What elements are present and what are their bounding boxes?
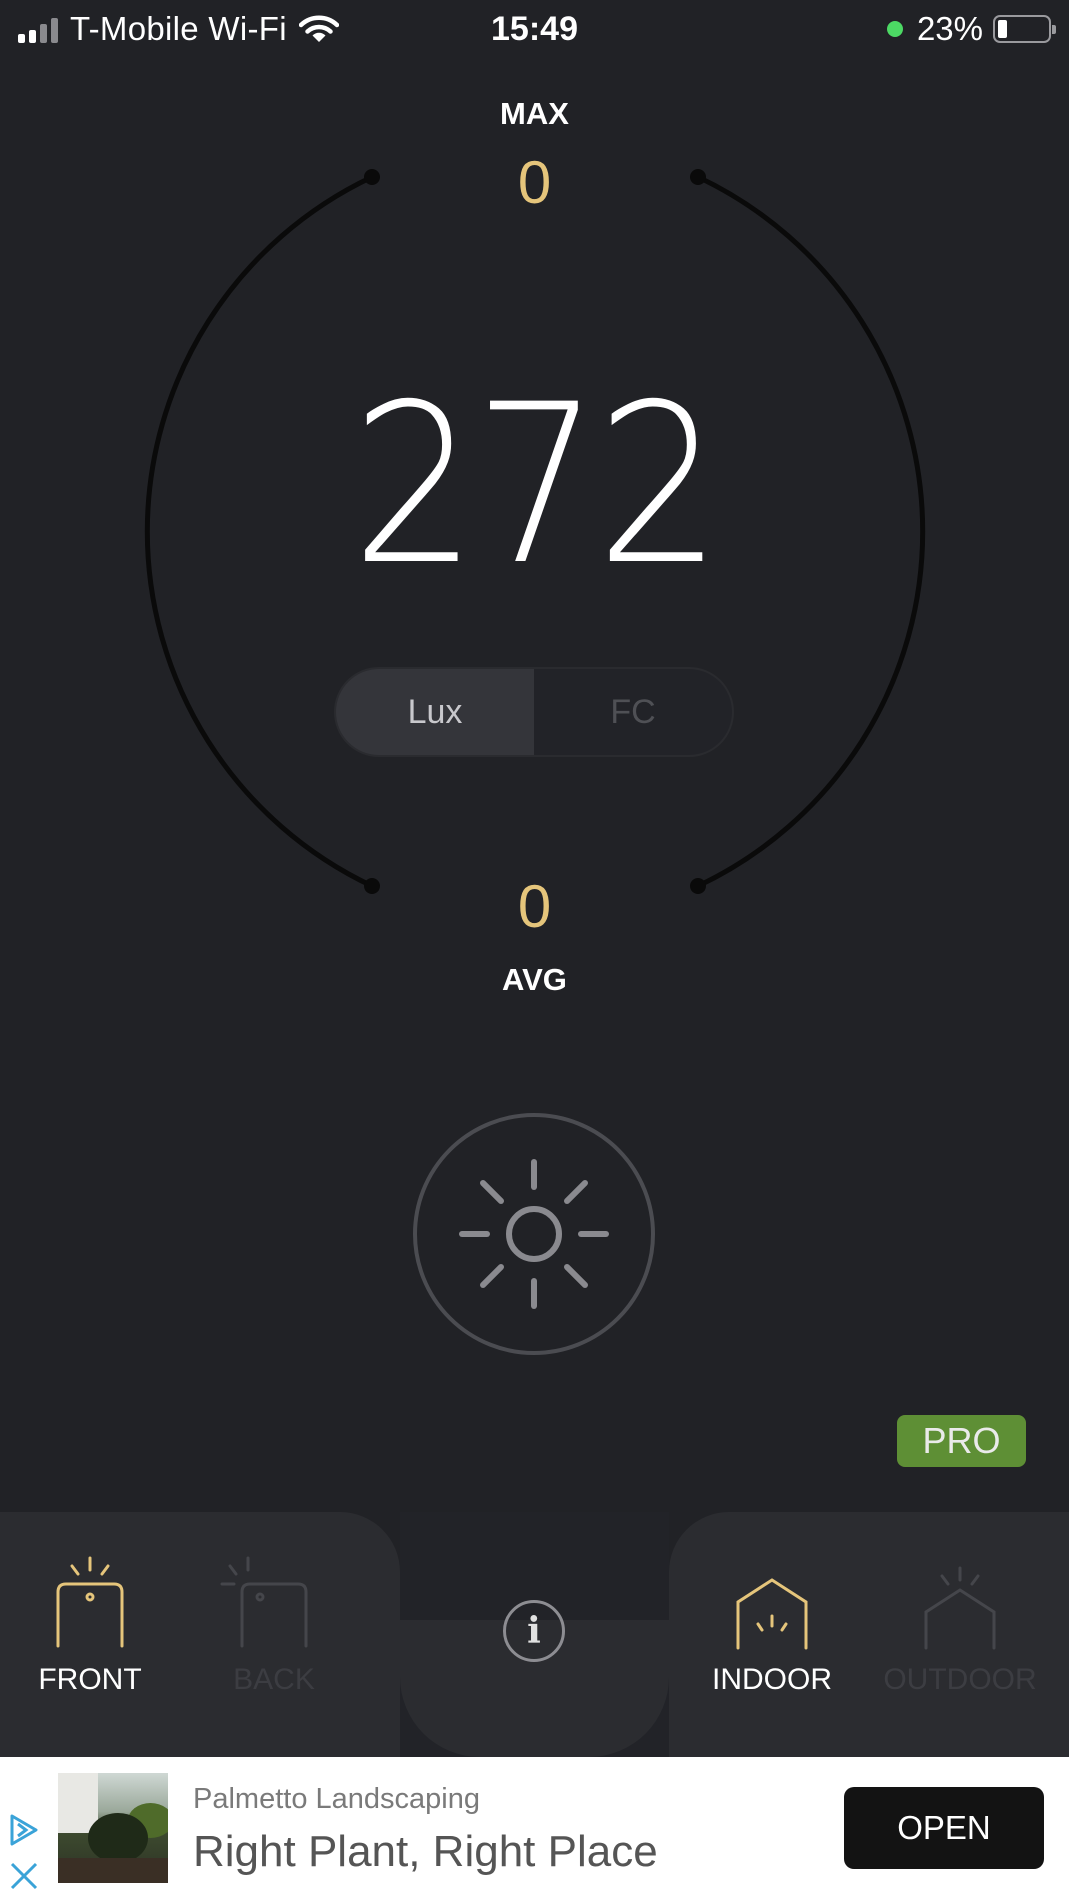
ad-open-button[interactable]: OPEN xyxy=(844,1787,1044,1869)
unit-fc-button[interactable]: FC xyxy=(534,669,732,755)
indoor-icon xyxy=(736,1578,808,1650)
lux-reading-value: 272 xyxy=(350,357,722,613)
max-label: MAX xyxy=(500,96,569,131)
lux-reading: 272 xyxy=(0,370,1069,600)
info-icon: i xyxy=(527,1610,541,1652)
front-camera-label: FRONT xyxy=(38,1663,142,1696)
ad-image[interactable] xyxy=(58,1773,168,1883)
avg-value: 0 xyxy=(517,873,552,940)
outdoor-label: OUTDOOR xyxy=(883,1663,1037,1696)
adchoices-icon[interactable] xyxy=(6,1812,42,1892)
pro-badge[interactable]: PRO xyxy=(897,1415,1026,1467)
indoor-button[interactable]: INDOOR xyxy=(700,1566,844,1697)
measure-button[interactable] xyxy=(413,1113,655,1355)
indoor-label: INDOOR xyxy=(712,1663,832,1696)
back-camera-button[interactable]: BACK xyxy=(204,1550,344,1697)
avg-label: AVG xyxy=(502,962,567,997)
sun-icon xyxy=(459,1159,609,1309)
ad-advertiser[interactable]: Palmetto Landscaping xyxy=(193,1783,480,1816)
max-value: 0 xyxy=(517,149,552,216)
ad-banner[interactable]: Palmetto Landscaping Right Plant, Right … xyxy=(0,1757,1069,1900)
outdoor-icon xyxy=(924,1566,996,1650)
back-camera-icon xyxy=(220,1556,308,1648)
outdoor-button[interactable]: OUTDOOR xyxy=(870,1566,1050,1697)
unit-toggle[interactable]: Lux FC xyxy=(334,667,734,757)
front-camera-button[interactable]: FRONT xyxy=(20,1550,160,1697)
front-camera-icon xyxy=(56,1556,124,1648)
back-camera-label: BACK xyxy=(233,1663,315,1696)
unit-lux-button[interactable]: Lux xyxy=(336,669,534,755)
info-button[interactable]: i xyxy=(503,1600,565,1662)
ad-headline[interactable]: Right Plant, Right Place xyxy=(193,1827,658,1877)
